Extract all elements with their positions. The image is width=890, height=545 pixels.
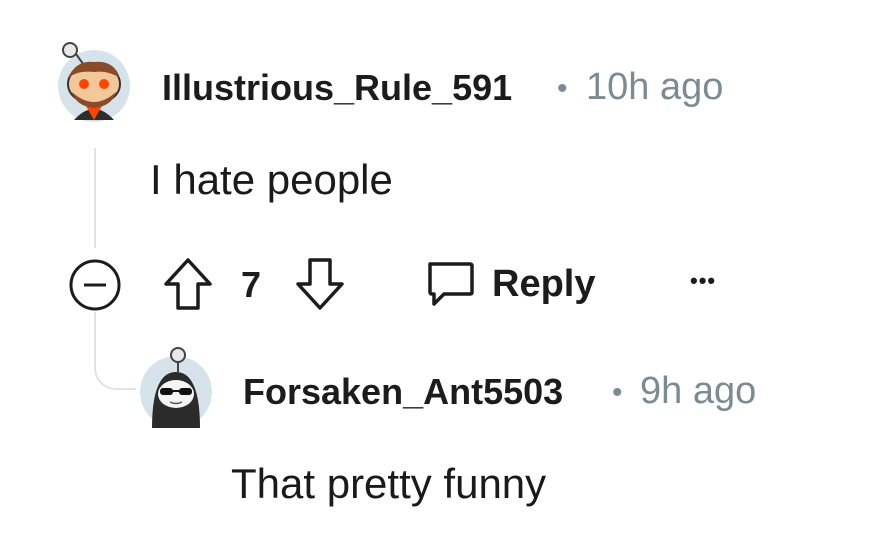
reply-body: That pretty funny xyxy=(231,460,547,507)
more-options-icon: ••• xyxy=(690,268,717,293)
comment-bubble-icon xyxy=(428,262,474,306)
reply-avatar[interactable] xyxy=(138,346,214,430)
collapse-thread-button[interactable] xyxy=(68,258,122,312)
downvote-button[interactable] xyxy=(294,256,346,312)
reply-meta-separator: • xyxy=(612,376,623,409)
comment-username[interactable]: Illustrious_Rule_591 xyxy=(162,67,512,109)
more-options-button[interactable]: ••• xyxy=(690,268,716,294)
thread-line xyxy=(94,148,96,248)
vote-score: 7 xyxy=(241,264,262,305)
upvote-arrow-icon xyxy=(164,258,212,310)
reply-button[interactable]: Reply xyxy=(424,258,595,310)
reply-thread-connector xyxy=(94,312,136,390)
meta-separator: • xyxy=(557,72,568,105)
downvote-arrow-icon xyxy=(296,258,344,310)
commenter-avatar[interactable] xyxy=(56,40,132,124)
reply-username[interactable]: Forsaken_Ant5503 xyxy=(243,371,563,413)
reply-label: Reply xyxy=(492,262,596,305)
upvote-button[interactable] xyxy=(162,256,214,312)
comment-timestamp: 10h ago xyxy=(586,66,724,108)
collapse-icon xyxy=(69,259,121,311)
reply-timestamp: 9h ago xyxy=(640,370,757,412)
comment-body: I hate people xyxy=(150,156,393,203)
